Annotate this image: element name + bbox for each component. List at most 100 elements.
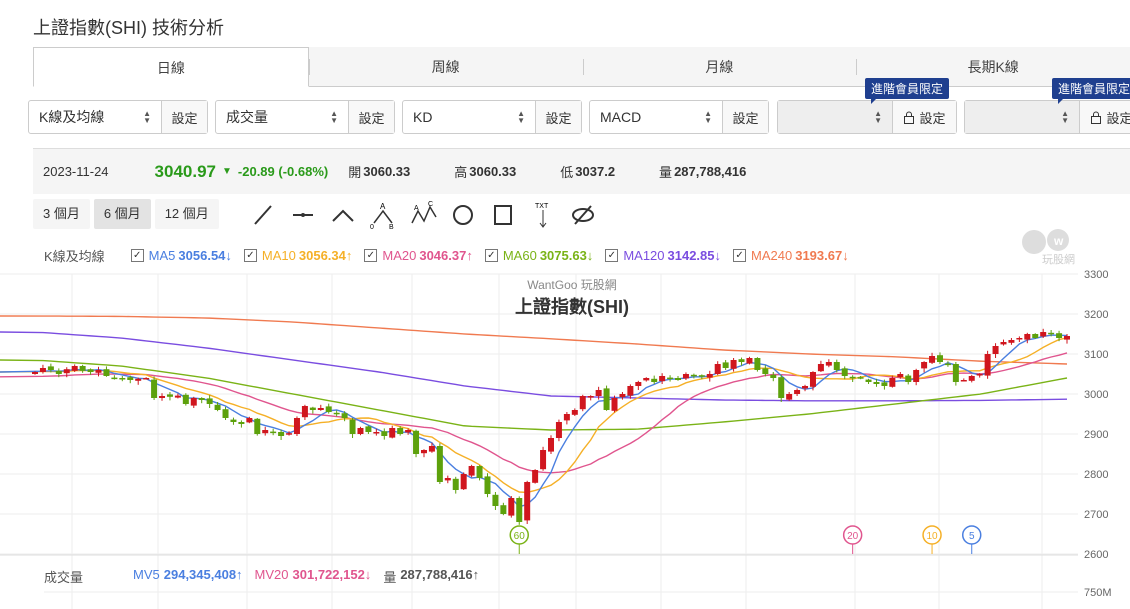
candle xyxy=(944,361,951,367)
locked-2-select[interactable]: ▲ ▼ xyxy=(965,101,1080,133)
kd-settings-button[interactable]: 設定 xyxy=(536,101,581,133)
candle-body xyxy=(532,470,539,483)
candle-body xyxy=(825,362,832,366)
candle xyxy=(79,364,86,373)
range-12m[interactable]: 12 個月 xyxy=(154,199,219,229)
candle xyxy=(349,418,356,438)
checkbox-checked-icon[interactable]: ✓ xyxy=(733,249,747,262)
legend-ma60[interactable]: ✓ MA60 3075.63↓ xyxy=(484,248,593,263)
candle-body xyxy=(39,368,46,372)
candle xyxy=(667,375,674,382)
candle-body xyxy=(1024,334,1031,340)
locked-1-settings-button[interactable]: 設定 xyxy=(893,101,956,133)
angle-icon[interactable] xyxy=(328,200,358,230)
kline-ma-select[interactable]: K線及均線 ▲ ▼ xyxy=(29,101,162,133)
candle xyxy=(921,361,928,373)
settings-label: 設定 xyxy=(732,110,759,126)
candle-body xyxy=(349,419,356,434)
candle xyxy=(746,356,753,365)
checkbox-checked-icon[interactable]: ✓ xyxy=(130,249,144,262)
candle xyxy=(524,480,531,524)
locked-1-select[interactable]: ▲ ▼ xyxy=(778,101,893,133)
y-tick-label: 2800 xyxy=(1084,469,1108,481)
trend-line-icon[interactable] xyxy=(248,200,278,230)
candle xyxy=(603,385,610,411)
ma-name: MA5 xyxy=(148,248,176,263)
kd-select[interactable]: KD ▲ ▼ xyxy=(403,101,536,133)
candle-body xyxy=(897,374,904,378)
candle xyxy=(571,408,578,416)
horizontal-line-icon[interactable] xyxy=(288,200,318,230)
rectangle-icon[interactable] xyxy=(488,200,518,230)
candle-body xyxy=(492,494,499,506)
candle-body xyxy=(452,478,459,490)
macd-select[interactable]: MACD ▲ ▼ xyxy=(590,101,723,133)
legend-ma120[interactable]: ✓ MA120 3142.85↓ xyxy=(605,248,721,263)
candle-body xyxy=(293,418,300,434)
sort-arrows-icon: ▲ ▼ xyxy=(330,109,338,125)
candle-body xyxy=(325,406,332,412)
locked-2-settings-button[interactable]: 設定 xyxy=(1080,101,1130,133)
volume-select[interactable]: 成交量 ▲ ▼ xyxy=(216,101,349,133)
checkbox-checked-icon[interactable]: ✓ xyxy=(243,249,257,262)
candle-body xyxy=(516,498,523,522)
svg-text:A: A xyxy=(414,205,419,212)
candle-body xyxy=(730,360,737,369)
circle-icon[interactable] xyxy=(448,200,478,230)
candle-body xyxy=(1064,336,1070,340)
legend-ma240[interactable]: ✓ MA240 3193.67↓ xyxy=(733,248,849,263)
price-chart[interactable]: 3300 3200 3100 3000 2900 2800 2700 2600 750M Want… xyxy=(0,268,1130,609)
legend-ma5[interactable]: ✓ MA5 3056.54↓ xyxy=(130,248,232,263)
candle xyxy=(95,366,102,377)
kline-ma-settings-button[interactable]: 設定 xyxy=(162,101,207,133)
candle-body xyxy=(1016,338,1023,340)
hide-drawings-icon[interactable] xyxy=(568,200,598,230)
candle-body xyxy=(262,430,269,434)
checkbox-checked-icon[interactable]: ✓ xyxy=(484,249,498,262)
candle-body xyxy=(944,363,951,366)
macd-settings-button[interactable]: 設定 xyxy=(723,101,768,133)
candle-body xyxy=(436,446,443,482)
checkbox-checked-icon[interactable]: ✓ xyxy=(605,249,619,262)
volume-control: 成交量 ▲ ▼ 設定 xyxy=(215,100,395,134)
candle-body xyxy=(706,374,713,378)
candle-body xyxy=(1032,334,1039,338)
range-3m[interactable]: 3 個月 xyxy=(33,199,90,229)
abc-pattern-icon[interactable]: A 0 B xyxy=(368,200,398,230)
candle-body xyxy=(754,358,761,370)
candle-body xyxy=(135,378,142,381)
text-icon[interactable]: TXT xyxy=(528,200,558,230)
candle-body xyxy=(929,356,936,363)
candle-body xyxy=(849,376,856,379)
candle-body xyxy=(95,370,102,373)
lock-icon xyxy=(1091,111,1102,124)
candle xyxy=(786,392,793,401)
abcd-pattern-icon[interactable]: AC xyxy=(408,200,438,230)
legend-ma10[interactable]: ✓ MA10 3056.34↑ xyxy=(243,248,352,263)
volume-value: 287,788,416 xyxy=(674,164,747,179)
tab-weekly[interactable]: 周線 xyxy=(308,47,583,86)
high-label: 高 xyxy=(454,165,468,180)
ma-value: 3142.85↓ xyxy=(667,248,722,263)
open-label: 開 xyxy=(348,165,362,180)
open-value: 3060.33 xyxy=(363,164,411,179)
kline-ma-control: K線及均線 ▲ ▼ 設定 xyxy=(28,100,208,134)
candle-body xyxy=(762,368,769,374)
tab-daily[interactable]: 日線 xyxy=(33,47,309,87)
checkbox-checked-icon[interactable]: ✓ xyxy=(364,249,378,262)
candle-body xyxy=(198,398,205,400)
ma-marker-label: 10 xyxy=(926,531,938,542)
legend-ma20[interactable]: ✓ MA20 3046.37↑ xyxy=(364,248,473,263)
candle xyxy=(436,443,443,484)
candle-body xyxy=(87,369,94,372)
volume-settings-button[interactable]: 設定 xyxy=(349,101,394,133)
y-tick-label: 3200 xyxy=(1084,309,1108,321)
tab-monthly[interactable]: 月線 xyxy=(582,47,857,86)
candle-body xyxy=(571,410,578,415)
lock-icon xyxy=(904,111,915,124)
y-tick-label: 3000 xyxy=(1084,389,1108,401)
candle xyxy=(635,380,642,390)
candle xyxy=(309,406,316,414)
settings-label: 設定 xyxy=(358,110,385,126)
range-6m[interactable]: 6 個月 xyxy=(93,199,151,229)
